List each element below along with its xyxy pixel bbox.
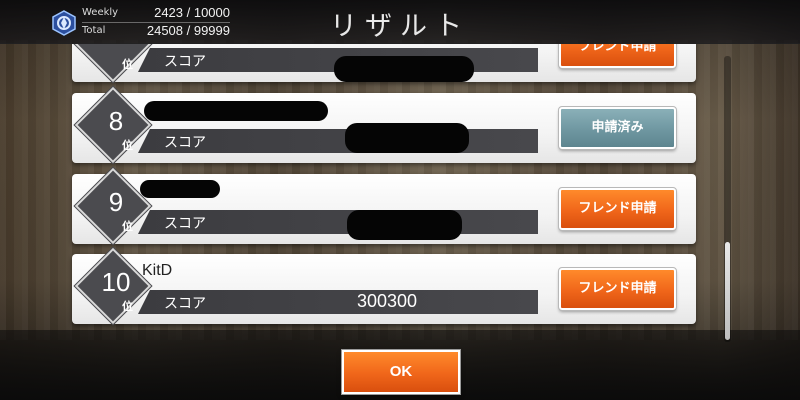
header-bar: Weekly 2423 / 10000 Total 24508 / 99999 … (0, 0, 800, 44)
ranking-row: 位 スコア フレンド申請 (72, 44, 696, 83)
rank-number: 8 (108, 106, 124, 136)
redacted-name (144, 101, 328, 121)
score-label: スコア (164, 135, 206, 151)
ok-button[interactable]: OK (341, 349, 461, 395)
redacted-score (334, 56, 474, 82)
redacted-name (140, 180, 220, 198)
friend-request-button[interactable]: フレンド申請 (558, 44, 677, 69)
rank-suffix: 位 (122, 58, 133, 71)
score-value: 300300 (356, 291, 418, 311)
rank-suffix: 位 (122, 139, 133, 152)
ranking-list[interactable]: 位 スコア フレンド申請 8 位 スコア 申請済み 9 位 スコア フレンド申請… (0, 44, 800, 344)
ranking-row: 9 位 スコア フレンド申請 (72, 167, 696, 245)
page-title: リザルト (330, 11, 470, 42)
rank-suffix: 位 (122, 300, 133, 313)
ranking-row: 10 位 KitD スコア 300300 フレンド申請 (72, 247, 696, 325)
score-label: スコア (164, 296, 206, 312)
redacted-score (345, 123, 469, 153)
score-label: スコア (164, 216, 206, 232)
rank-badge (74, 44, 152, 83)
score-label: スコア (164, 54, 206, 70)
rank-number: 10 (101, 267, 131, 297)
friend-request-button[interactable]: フレンド申請 (558, 187, 677, 231)
friend-request-button[interactable]: フレンド申請 (558, 267, 677, 311)
player-name: KitD (142, 262, 173, 279)
scrollbar-thumb[interactable] (725, 242, 730, 340)
ranking-row: 8 位 スコア 申請済み (72, 86, 696, 164)
rank-suffix: 位 (122, 220, 133, 233)
friend-requested-button[interactable]: 申請済み (558, 106, 677, 150)
redacted-score (347, 210, 462, 240)
